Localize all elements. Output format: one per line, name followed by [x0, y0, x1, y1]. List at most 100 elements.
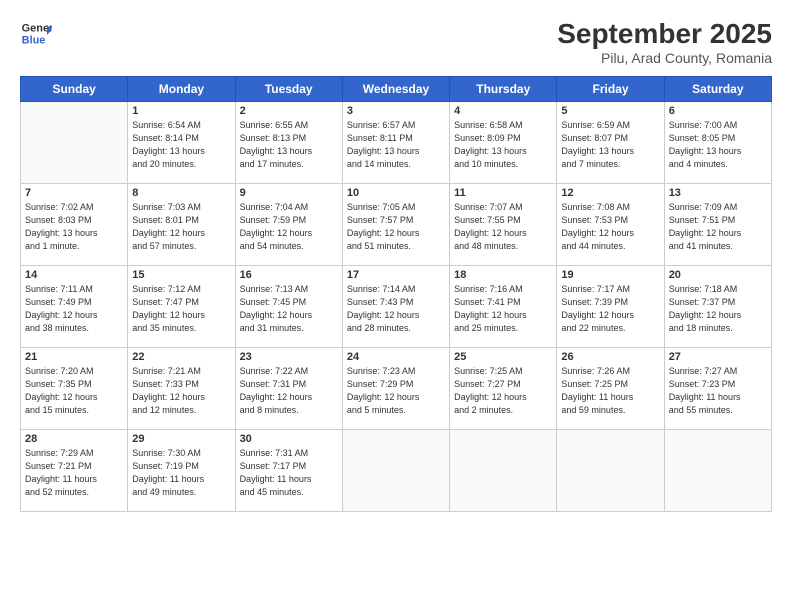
day-number: 2 — [240, 105, 338, 117]
cell-info: Sunrise: 7:11 AM Sunset: 7:49 PM Dayligh… — [25, 283, 123, 335]
calendar-cell: 29 Sunrise: 7:30 AM Sunset: 7:19 PM Dayli… — [128, 430, 235, 512]
cell-info: Sunrise: 7:07 AM Sunset: 7:55 PM Dayligh… — [454, 201, 552, 253]
weekday-header: Tuesday — [235, 77, 342, 102]
day-number: 28 — [25, 433, 123, 445]
calendar-cell: 12 Sunrise: 7:08 AM Sunset: 7:53 PM Dayli… — [557, 184, 664, 266]
calendar-cell: 17Sunrise: 7:14 AM Sunset: 7:43 PM Dayli… — [342, 266, 449, 348]
cell-info: Sunrise: 7:04 AM Sunset: 7:59 PM Dayligh… — [240, 201, 338, 253]
calendar-cell: 13 Sunrise: 7:09 AM Sunset: 7:51 PM Dayli… — [664, 184, 771, 266]
cell-info: Sunrise: 7:29 AM Sunset: 7:21 PM Dayligh… — [25, 447, 123, 499]
day-number: 19 — [561, 269, 659, 281]
day-number: 18 — [454, 269, 552, 281]
day-number: 26 — [561, 351, 659, 363]
calendar-cell: 18 Sunrise: 7:16 AM Sunset: 7:41 PM Dayli… — [450, 266, 557, 348]
day-number: 22 — [132, 351, 230, 363]
day-number: 13 — [669, 187, 767, 199]
cell-info: Sunrise: 7:16 AM Sunset: 7:41 PM Dayligh… — [454, 283, 552, 335]
calendar-cell: 23Sunrise: 7:22 AM Sunset: 7:31 PM Dayli… — [235, 348, 342, 430]
weekday-header-row: SundayMondayTuesdayWednesdayThursdayFrid… — [21, 77, 772, 102]
day-number: 14 — [25, 269, 123, 281]
day-number: 21 — [25, 351, 123, 363]
cell-info: Sunrise: 7:03 AM Sunset: 8:01 PM Dayligh… — [132, 201, 230, 253]
calendar-cell: 5 Sunrise: 6:59 AM Sunset: 8:07 PM Daylig… — [557, 102, 664, 184]
calendar-cell: 3Sunrise: 6:57 AM Sunset: 8:11 PM Daylig… — [342, 102, 449, 184]
calendar-cell: 16 Sunrise: 7:13 AM Sunset: 7:45 PM Dayli… — [235, 266, 342, 348]
cell-info: Sunrise: 7:27 AM Sunset: 7:23 PM Dayligh… — [669, 365, 767, 417]
calendar-table: SundayMondayTuesdayWednesdayThursdayFrid… — [20, 76, 772, 512]
calendar-cell: 21 Sunrise: 7:20 AM Sunset: 7:35 PM Dayli… — [21, 348, 128, 430]
cell-info: Sunrise: 7:13 AM Sunset: 7:45 PM Dayligh… — [240, 283, 338, 335]
weekday-header: Saturday — [664, 77, 771, 102]
svg-text:Blue: Blue — [22, 34, 46, 46]
cell-info: Sunrise: 7:26 AM Sunset: 7:25 PM Dayligh… — [561, 365, 659, 417]
calendar-cell: 25 Sunrise: 7:25 AM Sunset: 7:27 PM Dayli… — [450, 348, 557, 430]
day-number: 11 — [454, 187, 552, 199]
day-number: 20 — [669, 269, 767, 281]
calendar-cell: 19 Sunrise: 7:17 AM Sunset: 7:39 PM Dayli… — [557, 266, 664, 348]
cell-info: Sunrise: 6:59 AM Sunset: 8:07 PM Dayligh… — [561, 119, 659, 171]
cell-info: Sunrise: 7:23 AM Sunset: 7:29 PM Dayligh… — [347, 365, 445, 417]
cell-info: Sunrise: 7:30 AM Sunset: 7:19 PM Dayligh… — [132, 447, 230, 499]
day-number: 6 — [669, 105, 767, 117]
day-number: 8 — [132, 187, 230, 199]
calendar-week-row: 28 Sunrise: 7:29 AM Sunset: 7:21 PM Dayli… — [21, 430, 772, 512]
cell-info: Sunrise: 7:20 AM Sunset: 7:35 PM Dayligh… — [25, 365, 123, 417]
calendar-week-row: 7Sunrise: 7:02 AM Sunset: 8:03 PM Daylig… — [21, 184, 772, 266]
day-number: 24 — [347, 351, 445, 363]
calendar-cell: 6 Sunrise: 7:00 AM Sunset: 8:05 PM Daylig… — [664, 102, 771, 184]
cell-info: Sunrise: 7:05 AM Sunset: 7:57 PM Dayligh… — [347, 201, 445, 253]
cell-info: Sunrise: 6:57 AM Sunset: 8:11 PM Dayligh… — [347, 119, 445, 171]
calendar-cell: 9 Sunrise: 7:04 AM Sunset: 7:59 PM Daylig… — [235, 184, 342, 266]
weekday-header: Thursday — [450, 77, 557, 102]
calendar-week-row: 1 Sunrise: 6:54 AM Sunset: 8:14 PM Daylig… — [21, 102, 772, 184]
header: General Blue September 2025 Pilu, Arad C… — [20, 18, 772, 66]
cell-info: Sunrise: 7:17 AM Sunset: 7:39 PM Dayligh… — [561, 283, 659, 335]
day-number: 1 — [132, 105, 230, 117]
cell-info: Sunrise: 6:54 AM Sunset: 8:14 PM Dayligh… — [132, 119, 230, 171]
calendar-cell: 4Sunrise: 6:58 AM Sunset: 8:09 PM Daylig… — [450, 102, 557, 184]
cell-info: Sunrise: 7:08 AM Sunset: 7:53 PM Dayligh… — [561, 201, 659, 253]
calendar-subtitle: Pilu, Arad County, Romania — [557, 50, 772, 66]
cell-info: Sunrise: 7:31 AM Sunset: 7:17 PM Dayligh… — [240, 447, 338, 499]
calendar-cell: 28 Sunrise: 7:29 AM Sunset: 7:21 PM Dayli… — [21, 430, 128, 512]
cell-info: Sunrise: 7:18 AM Sunset: 7:37 PM Dayligh… — [669, 283, 767, 335]
cell-info: Sunrise: 7:14 AM Sunset: 7:43 PM Dayligh… — [347, 283, 445, 335]
cell-info: Sunrise: 7:09 AM Sunset: 7:51 PM Dayligh… — [669, 201, 767, 253]
day-number: 16 — [240, 269, 338, 281]
day-number: 29 — [132, 433, 230, 445]
logo-icon: General Blue — [20, 18, 52, 50]
calendar-cell: 14 Sunrise: 7:11 AM Sunset: 7:49 PM Dayli… — [21, 266, 128, 348]
day-number: 25 — [454, 351, 552, 363]
cell-info: Sunrise: 7:25 AM Sunset: 7:27 PM Dayligh… — [454, 365, 552, 417]
day-number: 5 — [561, 105, 659, 117]
day-number: 9 — [240, 187, 338, 199]
cell-info: Sunrise: 7:12 AM Sunset: 7:47 PM Dayligh… — [132, 283, 230, 335]
calendar-cell: 20 Sunrise: 7:18 AM Sunset: 7:37 PM Dayli… — [664, 266, 771, 348]
day-number: 15 — [132, 269, 230, 281]
calendar-cell: 7Sunrise: 7:02 AM Sunset: 8:03 PM Daylig… — [21, 184, 128, 266]
weekday-header: Friday — [557, 77, 664, 102]
calendar-cell: 15 Sunrise: 7:12 AM Sunset: 7:47 PM Dayli… — [128, 266, 235, 348]
day-number: 23 — [240, 351, 338, 363]
cell-info: Sunrise: 6:58 AM Sunset: 8:09 PM Dayligh… — [454, 119, 552, 171]
day-number: 27 — [669, 351, 767, 363]
calendar-week-row: 14 Sunrise: 7:11 AM Sunset: 7:49 PM Dayli… — [21, 266, 772, 348]
day-number: 10 — [347, 187, 445, 199]
calendar-cell: 27 Sunrise: 7:27 AM Sunset: 7:23 PM Dayli… — [664, 348, 771, 430]
day-number: 12 — [561, 187, 659, 199]
calendar-cell: 2 Sunrise: 6:55 AM Sunset: 8:13 PM Daylig… — [235, 102, 342, 184]
day-number: 30 — [240, 433, 338, 445]
cell-info: Sunrise: 6:55 AM Sunset: 8:13 PM Dayligh… — [240, 119, 338, 171]
cell-info: Sunrise: 7:21 AM Sunset: 7:33 PM Dayligh… — [132, 365, 230, 417]
calendar-cell: 26 Sunrise: 7:26 AM Sunset: 7:25 PM Dayli… — [557, 348, 664, 430]
calendar-cell — [342, 430, 449, 512]
title-block: September 2025 Pilu, Arad County, Romani… — [557, 18, 772, 66]
cell-info: Sunrise: 7:00 AM Sunset: 8:05 PM Dayligh… — [669, 119, 767, 171]
page: General Blue September 2025 Pilu, Arad C… — [0, 0, 792, 612]
day-number: 7 — [25, 187, 123, 199]
calendar-cell: 11 Sunrise: 7:07 AM Sunset: 7:55 PM Dayli… — [450, 184, 557, 266]
calendar-cell: 22 Sunrise: 7:21 AM Sunset: 7:33 PM Dayli… — [128, 348, 235, 430]
calendar-cell: 24 Sunrise: 7:23 AM Sunset: 7:29 PM Dayli… — [342, 348, 449, 430]
calendar-cell — [557, 430, 664, 512]
weekday-header: Wednesday — [342, 77, 449, 102]
